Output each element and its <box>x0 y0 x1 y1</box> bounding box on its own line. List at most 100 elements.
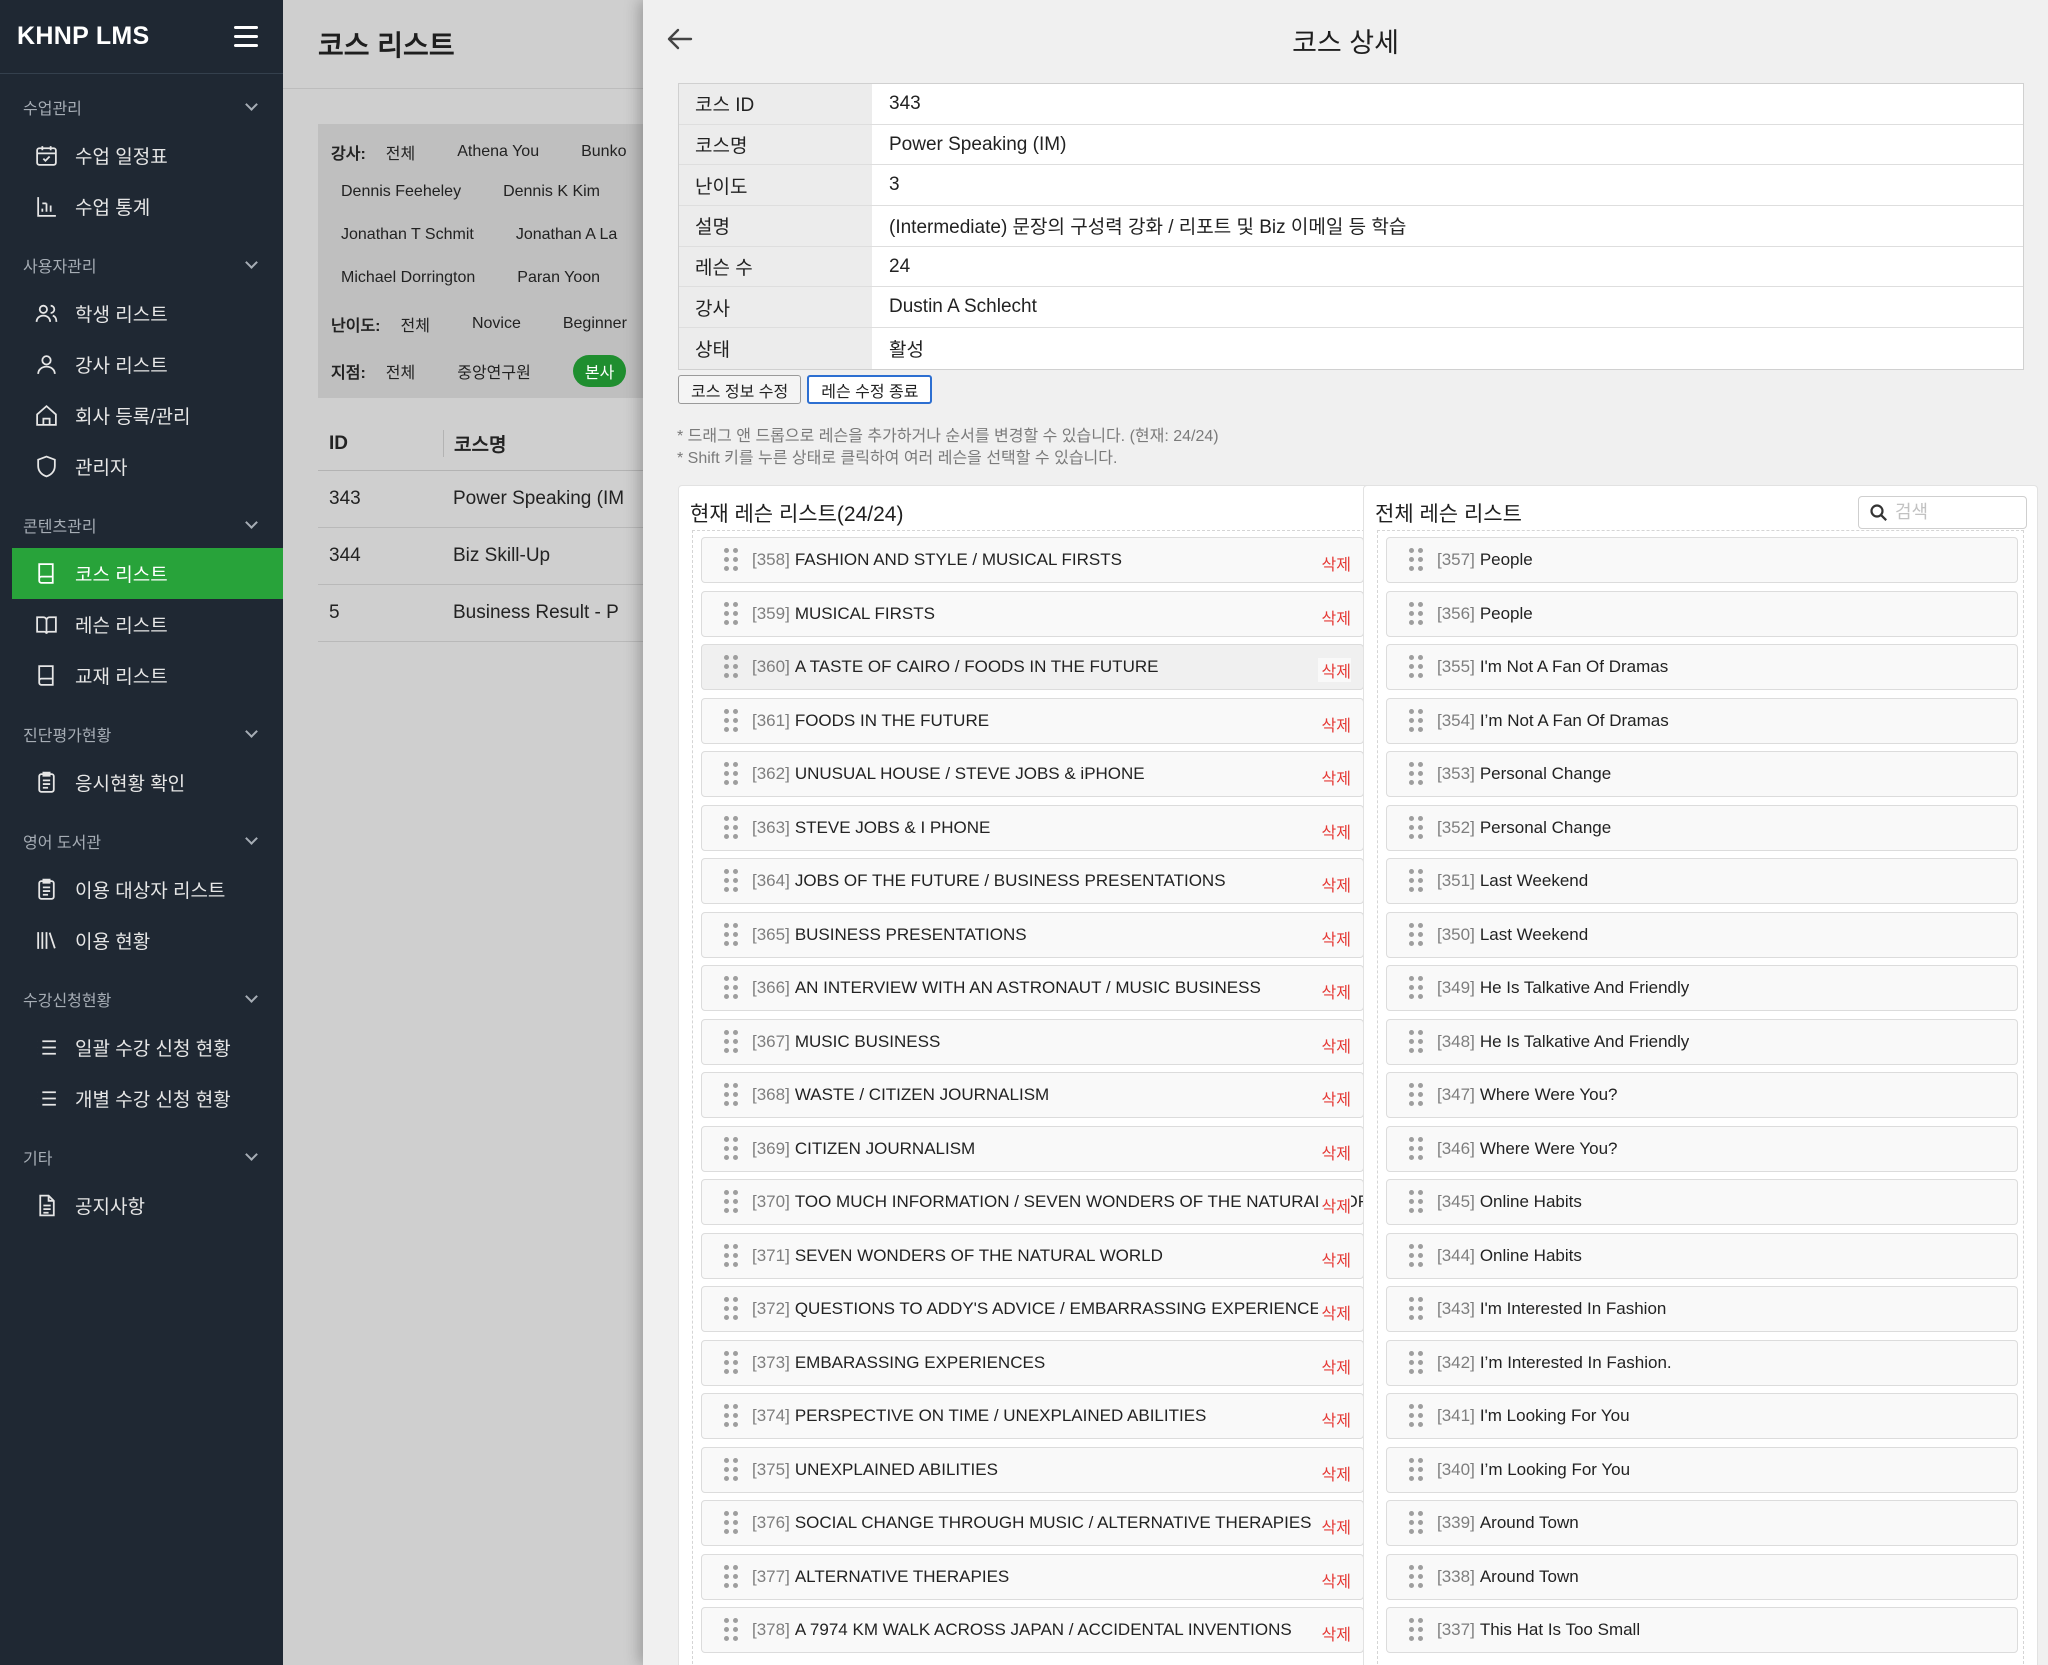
drag-handle-icon[interactable] <box>724 869 738 893</box>
table-row[interactable]: 344 Biz Skill-Up <box>318 528 643 585</box>
delete-button[interactable]: 삭제 <box>1317 1353 1351 1378</box>
filter-option[interactable]: Beginner <box>563 315 627 333</box>
drag-handle-icon[interactable] <box>1409 1083 1423 1107</box>
lesson-item[interactable]: [367] MUSIC BUSINESS 삭제 <box>701 1018 1364 1065</box>
drag-handle-icon[interactable] <box>724 1190 738 1214</box>
lesson-item[interactable]: [351] Last Weekend <box>1386 858 2018 904</box>
drag-handle-icon[interactable] <box>1409 1457 1423 1482</box>
filter-option[interactable]: 전체 <box>386 140 415 164</box>
drag-handle-icon[interactable] <box>1409 922 1423 947</box>
menu-toggle-icon[interactable] <box>234 26 258 47</box>
sidebar-item[interactable]: 레슨 리스트 <box>0 599 283 650</box>
delete-button[interactable]: 삭제 <box>1317 1139 1351 1164</box>
drag-handle-icon[interactable] <box>724 1243 738 1268</box>
lesson-item[interactable]: [374] PERSPECTIVE ON TIME / UNEXPLAINED A… <box>701 1393 1364 1439</box>
drag-handle-icon[interactable] <box>724 1404 738 1428</box>
lesson-item[interactable]: [360] A TASTE OF CAIRO / FOODS IN THE FUT… <box>701 644 1364 690</box>
drag-handle-icon[interactable] <box>1409 1190 1423 1214</box>
sidebar-item[interactable]: 응시현황 확인 <box>0 757 283 808</box>
delete-button[interactable]: 삭제 <box>1317 872 1351 896</box>
sidebar-section-header[interactable]: 영어 도서관 <box>0 818 283 864</box>
drag-handle-icon[interactable] <box>1409 1511 1423 1535</box>
lesson-item[interactable]: [349] He Is Talkative And Friendly <box>1386 965 2018 1011</box>
sidebar-item[interactable]: 이용 현황 <box>0 915 283 966</box>
filter-option[interactable]: Dennis K Kim <box>503 183 600 201</box>
filter-option[interactable]: Bunko <box>581 143 626 161</box>
filter-option[interactable]: 중앙연구원 <box>457 359 531 383</box>
lesson-item[interactable]: [377] ALTERNATIVE THERAPIES 삭제 <box>701 1553 1364 1600</box>
drag-handle-icon[interactable] <box>724 762 738 786</box>
lesson-item[interactable]: [362] UNUSUAL HOUSE / STEVE JOBS & iPHONE… <box>701 751 1364 797</box>
lesson-item[interactable]: [357] People <box>1386 537 2018 583</box>
drag-handle-icon[interactable] <box>724 601 738 626</box>
lesson-item[interactable]: [350] Last Weekend <box>1386 911 2018 958</box>
drag-handle-icon[interactable] <box>1409 1029 1423 1054</box>
delete-button[interactable]: 삭제 <box>1317 765 1351 789</box>
drag-handle-icon[interactable] <box>724 1297 738 1321</box>
lesson-item[interactable]: [343] I'm Interested In Fashion <box>1386 1286 2018 1332</box>
lesson-item[interactable]: [375] UNEXPLAINED ABILITIES 삭제 <box>701 1446 1364 1493</box>
drag-handle-icon[interactable] <box>1409 1404 1423 1428</box>
sidebar-item[interactable]: 이용 대상자 리스트 <box>0 864 283 915</box>
lesson-item[interactable]: [361] FOODS IN THE FUTURE 삭제 <box>701 697 1364 744</box>
lesson-item[interactable]: [369] CITIZEN JOURNALISM 삭제 <box>701 1125 1364 1172</box>
sidebar-item[interactable]: 수업 일정표 <box>0 130 283 181</box>
sidebar-item[interactable]: 코스 리스트 <box>12 548 283 599</box>
lesson-item[interactable]: [372] QUESTIONS TO ADDY'S ADVICE / EMBARR… <box>701 1286 1364 1332</box>
sidebar-item[interactable]: 일괄 수강 신청 현황 <box>0 1022 283 1073</box>
delete-button[interactable]: 삭제 <box>1317 658 1351 682</box>
delete-button[interactable]: 삭제 <box>1317 604 1351 629</box>
delete-button[interactable]: 삭제 <box>1317 1086 1351 1110</box>
lesson-item[interactable]: [342] I’m Interested In Fashion. <box>1386 1339 2018 1386</box>
delete-button[interactable]: 삭제 <box>1317 925 1351 950</box>
sidebar-item[interactable]: 학생 리스트 <box>0 288 283 339</box>
drag-handle-icon[interactable] <box>1409 708 1423 733</box>
delete-button[interactable]: 삭제 <box>1317 1300 1351 1324</box>
filter-option[interactable]: 전체 <box>386 359 415 383</box>
drag-handle-icon[interactable] <box>724 976 738 1000</box>
drag-handle-icon[interactable] <box>1409 655 1423 679</box>
lesson-item[interactable]: [347] Where Were You? <box>1386 1072 2018 1118</box>
drag-handle-icon[interactable] <box>1409 1564 1423 1589</box>
back-arrow-icon[interactable] <box>665 24 695 54</box>
lesson-item[interactable]: [339] Around Town <box>1386 1500 2018 1546</box>
drag-handle-icon[interactable] <box>1409 815 1423 840</box>
lesson-item[interactable]: [365] BUSINESS PRESENTATIONS 삭제 <box>701 911 1364 958</box>
sidebar-section-header[interactable]: 수강신청현황 <box>0 976 283 1022</box>
filter-option[interactable]: Dennis Feeheley <box>341 183 461 201</box>
sidebar-item[interactable]: 관리자 <box>0 441 283 492</box>
delete-button[interactable]: 삭제 <box>1317 1621 1351 1645</box>
drag-handle-icon[interactable] <box>724 1564 738 1589</box>
drag-handle-icon[interactable] <box>724 1029 738 1054</box>
lesson-item[interactable]: [344] Online Habits <box>1386 1232 2018 1279</box>
edit-course-button[interactable]: 코스 정보 수정 <box>678 375 802 404</box>
lesson-item[interactable]: [363] STEVE JOBS & I PHONE 삭제 <box>701 804 1364 851</box>
filter-option-selected[interactable]: 본사 <box>572 355 627 387</box>
delete-button[interactable]: 삭제 <box>1317 1567 1351 1592</box>
finish-lesson-edit-button[interactable]: 레슨 수정 종료 <box>807 375 933 404</box>
drag-handle-icon[interactable] <box>724 1350 738 1375</box>
filter-option[interactable]: Jonathan A La <box>516 226 617 244</box>
drag-handle-icon[interactable] <box>1409 762 1423 786</box>
filter-option[interactable]: Athena You <box>457 143 539 161</box>
filter-option[interactable]: Paran Yoon <box>517 269 600 287</box>
drag-handle-icon[interactable] <box>724 922 738 947</box>
drag-handle-icon[interactable] <box>724 1083 738 1107</box>
sidebar-section-header[interactable]: 사용자관리 <box>0 242 283 288</box>
lesson-item[interactable]: [337] This Hat Is Too Small <box>1386 1607 2018 1653</box>
delete-button[interactable]: 삭제 <box>1317 711 1351 736</box>
drag-handle-icon[interactable] <box>1409 601 1423 626</box>
drag-handle-icon[interactable] <box>724 708 738 733</box>
column-header-name[interactable]: 코스명 <box>443 430 643 457</box>
sidebar-section-header[interactable]: 콘텐츠관리 <box>0 502 283 548</box>
delete-button[interactable]: 삭제 <box>1317 1460 1351 1485</box>
drag-handle-icon[interactable] <box>724 1136 738 1161</box>
sidebar-section-header[interactable]: 수업관리 <box>0 84 283 130</box>
drag-handle-icon[interactable] <box>1409 1243 1423 1268</box>
lesson-item[interactable]: [371] SEVEN WONDERS OF THE NATURAL WORLD 삭… <box>701 1232 1364 1279</box>
sidebar-section-header[interactable]: 기타 <box>0 1134 283 1180</box>
drag-handle-icon[interactable] <box>724 1511 738 1535</box>
lesson-item[interactable]: [341] I'm Looking For You <box>1386 1393 2018 1439</box>
delete-button[interactable]: 삭제 <box>1317 1246 1351 1271</box>
filter-option[interactable]: Michael Dorrington <box>341 269 475 287</box>
